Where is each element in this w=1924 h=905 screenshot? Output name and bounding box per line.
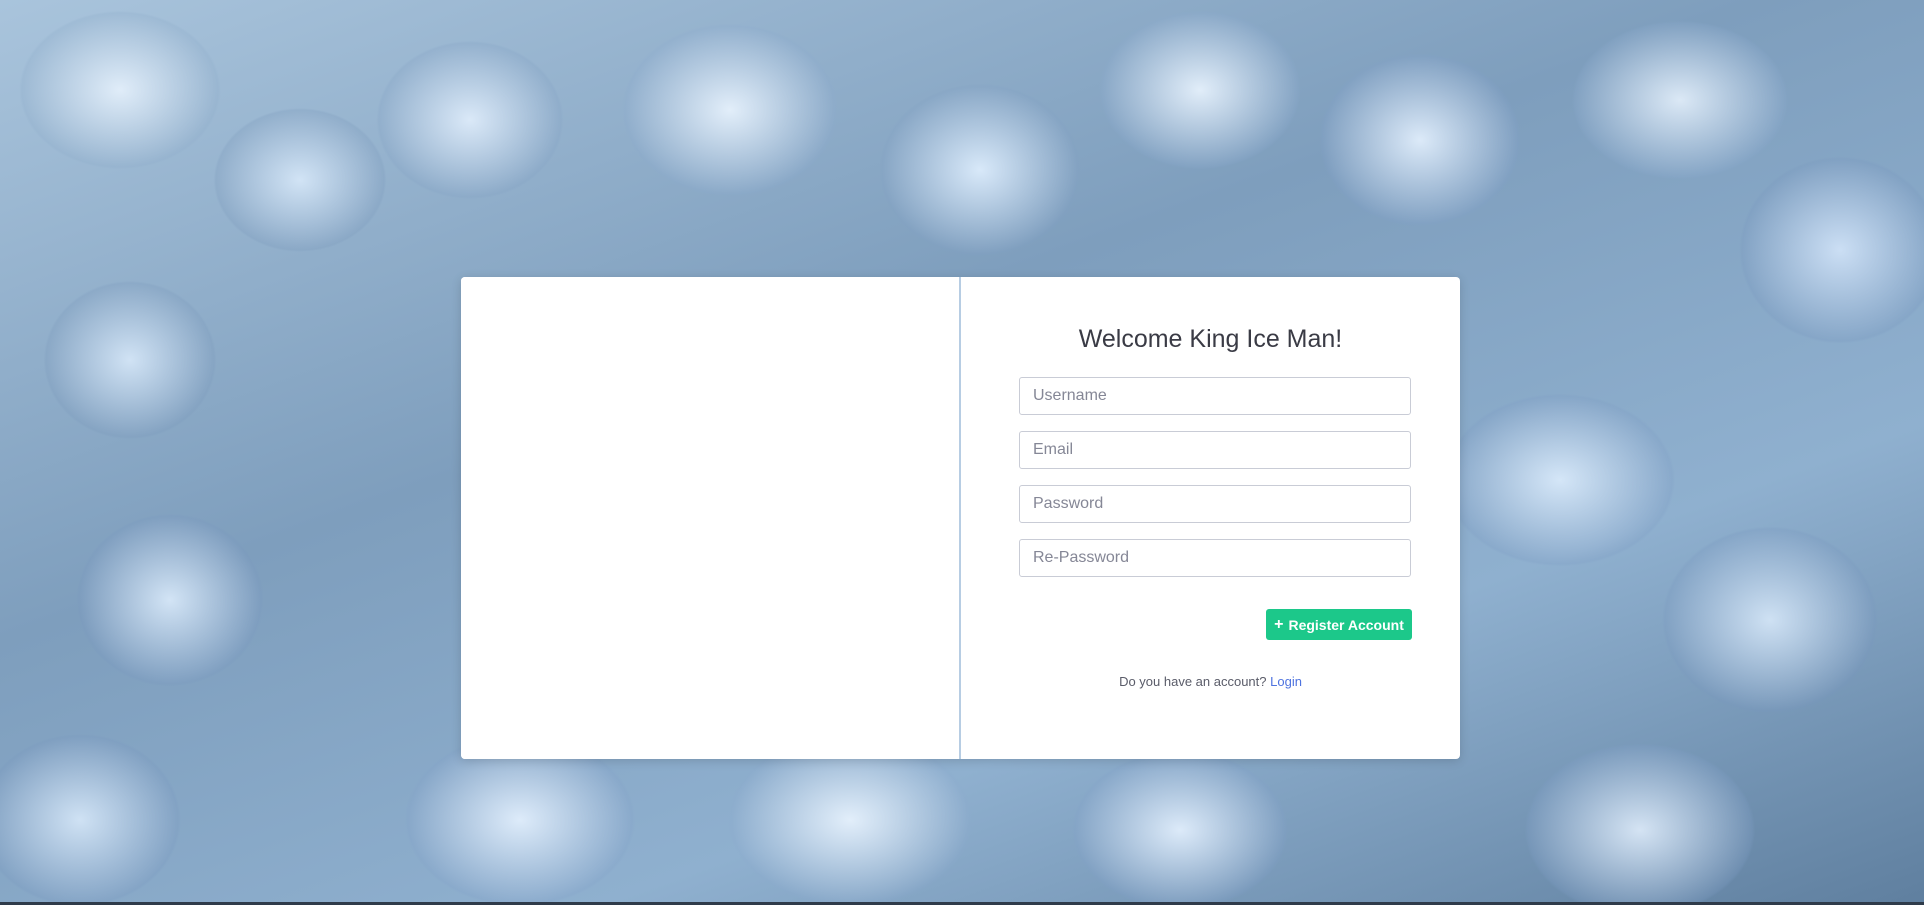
login-link[interactable]: Login [1270, 674, 1302, 689]
register-account-button[interactable]: + Register Account [1266, 609, 1412, 640]
login-prompt-text: Do you have an account? [1119, 674, 1267, 689]
login-prompt-row: Do you have an account? Login [961, 674, 1460, 689]
repassword-field[interactable] [1019, 539, 1411, 577]
plus-icon: + [1274, 615, 1284, 633]
register-account-label: Register Account [1288, 616, 1404, 633]
username-field[interactable] [1019, 377, 1411, 415]
register-form-panel: Welcome King Ice Man! + Register Account… [961, 277, 1460, 759]
password-field[interactable] [1019, 485, 1411, 523]
email-field[interactable] [1019, 431, 1411, 469]
register-page: Welcome King Ice Man! + Register Account… [0, 0, 1924, 905]
card-image-panel [461, 277, 961, 759]
register-card: Welcome King Ice Man! + Register Account… [461, 277, 1460, 759]
page-title: Welcome King Ice Man! [1078, 325, 1343, 353]
